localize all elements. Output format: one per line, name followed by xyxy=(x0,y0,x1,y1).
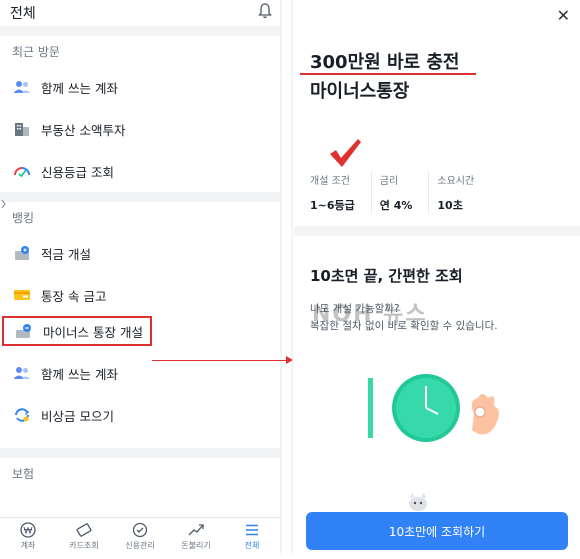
menu-item-label: 마이너스 통장 개설 xyxy=(43,324,143,340)
safe-icon xyxy=(12,287,32,303)
annotation-arrow-line xyxy=(152,360,290,361)
section-gap xyxy=(294,226,580,236)
menu-item-label: 함께 쓰는 계좌 xyxy=(41,366,118,382)
menu-item-shared-account[interactable]: 함께 쓰는 계좌 xyxy=(0,66,280,108)
nav-label: 카드조회 xyxy=(69,541,99,550)
section-gap xyxy=(0,448,280,458)
menu-item-shared-account-2[interactable]: 함께 쓰는 계좌 xyxy=(0,352,280,394)
check-now-button[interactable]: 10초만에 조회하기 xyxy=(306,512,568,550)
ten-seconds-illustration xyxy=(354,370,514,464)
section-gap xyxy=(0,26,280,36)
stat-label: 금리 xyxy=(379,176,399,187)
menu-item-real-estate[interactable]: 부동산 소액투자 xyxy=(0,108,280,150)
nav-item-accounts[interactable]: 계좌 xyxy=(0,518,56,555)
all-menu-panel: 전체 최근 방문 함께 쓰는 계좌 부동산 소액투자 신용등급 조회 뱅킹 적금… xyxy=(0,0,280,555)
trend-icon xyxy=(188,522,204,538)
menu-item-label: 적금 개설 xyxy=(41,246,91,262)
nav-label: 돈불리기 xyxy=(181,541,211,550)
section-headline: 10초면 끝, 간편한 조회 xyxy=(310,267,463,285)
people-icon xyxy=(12,79,32,95)
annotation-underline xyxy=(300,73,476,75)
stat-value: 1~6등급 xyxy=(310,199,355,212)
stat-time: 소요시간 10초 xyxy=(437,172,490,213)
nav-item-invest[interactable]: 돈불리기 xyxy=(168,518,224,555)
nav-label: 계좌 xyxy=(20,541,36,550)
promo-title: 300만원 바로 충전 마이너스통장 xyxy=(310,48,459,103)
menu-item-credit-score[interactable]: 신용등급 조회 xyxy=(0,150,280,192)
chevron-left-edge-icon xyxy=(0,196,6,215)
nav-item-all[interactable]: 전체 xyxy=(224,518,280,555)
menu-item-label: 비상금 모으기 xyxy=(41,408,114,424)
refresh-coin-icon xyxy=(12,407,32,423)
bottom-nav: 계좌 카드조회 신용관리 돈불리기 전체 xyxy=(0,517,280,555)
section-title-banking: 뱅킹 xyxy=(12,211,35,225)
menu-item-label: 통장 속 금고 xyxy=(41,288,107,304)
promo-line-1: 300만원 바로 충전 xyxy=(310,52,460,73)
stat-rate: 금리 연 4% xyxy=(380,172,430,213)
menu-item-safe-box[interactable]: 통장 속 금고 xyxy=(0,274,280,316)
nav-label: 신용관리 xyxy=(125,541,155,550)
promo-line-2: 마이너스통장 xyxy=(310,81,410,102)
stat-condition: 개설 조건 1~6등급 xyxy=(310,172,372,213)
divider-line xyxy=(280,0,293,555)
section-title-insurance: 보험 xyxy=(12,467,35,481)
minus-account-detail-panel: ✕ 300만원 바로 충전 마이너스통장 개설 조건 1~6등급 금리 연 4%… xyxy=(294,0,580,555)
section-gap xyxy=(0,192,280,202)
page-title: 전체 xyxy=(10,6,36,22)
section-title-recent: 최근 방문 xyxy=(12,45,60,59)
top-bar: 전체 xyxy=(0,0,280,26)
menu-item-savings[interactable]: 적금 개설 xyxy=(0,232,280,274)
annotation-arrow-head xyxy=(286,356,293,364)
bell-icon[interactable] xyxy=(258,3,272,23)
menu-item-label: 부동산 소액투자 xyxy=(41,122,126,138)
nav-label: 전체 xyxy=(244,541,260,550)
stat-label: 소요시간 xyxy=(437,176,475,187)
people-icon xyxy=(12,365,32,381)
panel-divider xyxy=(280,0,294,555)
check-shield-icon xyxy=(132,522,148,538)
savings-icon xyxy=(12,245,32,261)
annotation-check-icon xyxy=(328,138,362,172)
menu-item-label: 함께 쓰는 계좌 xyxy=(41,80,118,96)
menu-icon xyxy=(244,522,260,538)
stat-value: 10초 xyxy=(437,199,463,212)
card-icon xyxy=(76,522,92,538)
building-icon xyxy=(12,121,32,137)
nav-item-credit[interactable]: 신용관리 xyxy=(112,518,168,555)
menu-item-label: 신용등급 조회 xyxy=(41,164,114,180)
account-stats: 개설 조건 1~6등급 금리 연 4% 소요시간 10초 xyxy=(310,172,498,213)
gauge-icon xyxy=(12,163,32,179)
menu-item-emergency-fund[interactable]: 비상금 모으기 xyxy=(0,394,280,436)
watermark: NOH 뉴스 xyxy=(312,302,428,327)
minus-account-icon xyxy=(14,323,34,339)
stat-label: 개설 조건 xyxy=(310,176,350,187)
menu-item-minus-account[interactable]: 마이너스 통장 개설 xyxy=(2,316,152,346)
nav-item-cards[interactable]: 카드조회 xyxy=(56,518,112,555)
close-icon[interactable]: ✕ xyxy=(557,6,570,25)
stat-value: 연 4% xyxy=(379,199,413,212)
won-icon xyxy=(20,522,36,538)
